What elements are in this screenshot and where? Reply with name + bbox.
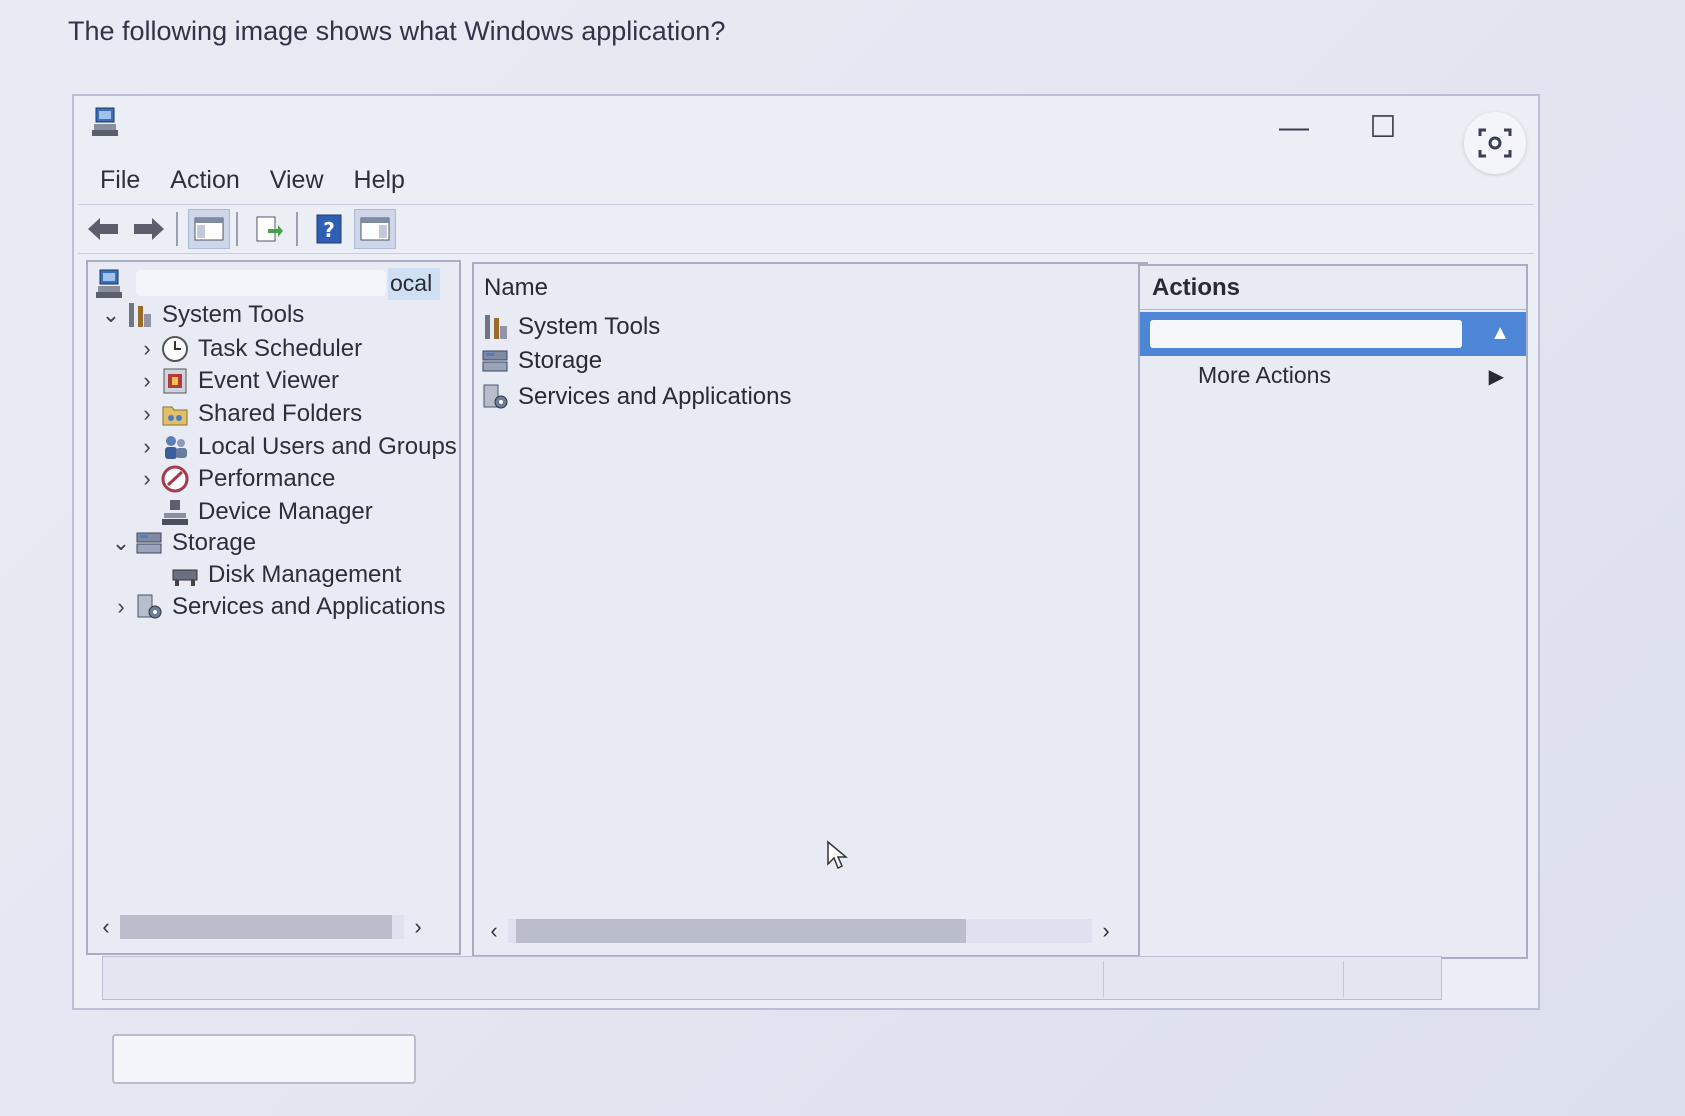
event-viewer-icon	[163, 368, 187, 394]
toolbar-separator	[176, 212, 178, 246]
result-list-pane: Name System Tools Storage Services and A…	[472, 262, 1148, 957]
mouse-pointer-icon	[826, 840, 849, 875]
svg-text:?: ?	[323, 218, 335, 242]
scroll-left-icon[interactable]: ‹	[92, 914, 120, 940]
tree-item-local-users-and-groups[interactable]: › Local Users and Groups	[134, 432, 457, 462]
collapse-up-icon[interactable]: ▲	[1490, 322, 1510, 345]
tree-item-label: Disk Management	[208, 561, 402, 588]
tree-item-label: Shared Folders	[198, 400, 363, 427]
tree-item-disk-management[interactable]: Disk Management	[144, 560, 401, 590]
scroll-track[interactable]	[120, 915, 404, 939]
tree-item-label: Device Manager	[198, 498, 373, 525]
actions-pane: Actions ▲ More Actions ▶	[1138, 264, 1528, 959]
list-horizontal-scrollbar[interactable]: ‹ ›	[480, 916, 1120, 946]
help-icon[interactable]: ?	[308, 209, 350, 249]
menu-action[interactable]: Action	[156, 160, 255, 200]
tree-item-services-and-applications[interactable]: › Services and Applications	[108, 592, 446, 622]
list-item-label: Storage	[518, 347, 603, 374]
chevron-down-icon[interactable]: ⌄	[108, 530, 134, 556]
tree-item-event-viewer[interactable]: › Event Viewer	[134, 366, 339, 396]
menu-file[interactable]: File	[86, 160, 156, 200]
tree-horizontal-scrollbar[interactable]: ‹ ›	[92, 912, 432, 942]
tree-item-label: Services and Applications	[172, 593, 446, 620]
scroll-thumb[interactable]	[120, 915, 392, 939]
scroll-right-icon[interactable]: ›	[1092, 918, 1120, 944]
more-actions-item[interactable]: More Actions	[1198, 362, 1331, 389]
toolbar: ?	[78, 204, 1534, 254]
performance-icon	[161, 465, 189, 493]
list-item-services-and-applications[interactable]: Services and Applications	[480, 382, 792, 412]
toolbar-separator	[236, 212, 238, 246]
chevron-right-icon[interactable]: ›	[134, 434, 160, 460]
actions-section-header[interactable]: ▲	[1140, 312, 1526, 356]
maximize-button[interactable]: ☐	[1361, 108, 1405, 148]
status-bar	[102, 956, 1442, 1000]
menu-bar: File Action View Help	[86, 160, 421, 200]
scroll-track[interactable]	[508, 919, 1092, 943]
console-tree-pane: ocal ⌄ System Tools › Task Scheduler › E…	[86, 260, 461, 955]
tree-item-label: Task Scheduler	[198, 335, 363, 362]
storage-icon	[136, 532, 162, 554]
column-header-name[interactable]: Name	[484, 274, 548, 302]
list-item-system-tools[interactable]: System Tools	[480, 312, 660, 342]
tree-item-performance[interactable]: › Performance	[134, 464, 335, 494]
tools-icon	[129, 303, 151, 327]
chevron-right-icon[interactable]: ›	[134, 466, 160, 492]
toolbar-separator	[296, 212, 298, 246]
chevron-right-icon[interactable]: ›	[108, 594, 134, 620]
redacted-root-name	[136, 270, 386, 296]
tree-item-label: Local Users and Groups	[198, 433, 457, 460]
tree-item-task-scheduler[interactable]: › Task Scheduler	[134, 334, 362, 364]
clock-icon	[162, 336, 188, 362]
computer-management-window: — ☐ File Action View Help ? ocal ⌄ Syste…	[72, 94, 1540, 1010]
list-item-label: Services and Applications	[518, 383, 792, 410]
disk-icon	[172, 569, 198, 586]
tree-root-label[interactable]: ocal	[390, 270, 432, 297]
screen-capture-icon[interactable]	[1464, 112, 1526, 174]
users-icon	[165, 436, 187, 459]
tree-item-label: Performance	[198, 465, 336, 492]
tree-item-shared-folders[interactable]: › Shared Folders	[134, 399, 362, 429]
tree-item-system-tools[interactable]: ⌄ System Tools	[98, 300, 305, 330]
answer-input[interactable]	[112, 1034, 416, 1084]
status-divider	[1103, 961, 1104, 997]
chevron-right-icon[interactable]: ›	[134, 336, 160, 362]
forward-arrow-icon[interactable]	[128, 209, 170, 249]
chevron-right-icon[interactable]: ›	[134, 401, 160, 427]
services-icon	[137, 594, 162, 619]
list-item-storage[interactable]: Storage	[480, 346, 602, 376]
menu-help[interactable]: Help	[340, 160, 421, 200]
services-icon	[483, 384, 508, 409]
tree-item-label: System Tools	[162, 301, 305, 328]
menu-view[interactable]: View	[256, 160, 340, 200]
tree-item-label: Event Viewer	[198, 367, 339, 394]
computer-management-icon	[90, 106, 122, 143]
list-item-label: System Tools	[518, 313, 661, 340]
scroll-right-icon[interactable]: ›	[404, 914, 432, 940]
shared-folder-icon	[162, 406, 188, 426]
storage-icon	[482, 350, 508, 372]
tools-icon	[485, 315, 507, 339]
scroll-left-icon[interactable]: ‹	[480, 918, 508, 944]
submenu-arrow-icon[interactable]: ▶	[1489, 364, 1504, 389]
show-hide-action-pane-icon[interactable]	[354, 209, 396, 249]
tree-item-label: Storage	[172, 529, 257, 556]
device-manager-icon	[162, 500, 188, 525]
export-list-icon[interactable]	[248, 209, 290, 249]
back-arrow-icon[interactable]	[82, 209, 124, 249]
question-text: The following image shows what Windows a…	[68, 16, 726, 46]
scroll-thumb[interactable]	[516, 919, 966, 943]
tree-item-storage[interactable]: ⌄ Storage	[108, 528, 256, 558]
chevron-down-icon[interactable]: ⌄	[98, 302, 124, 328]
show-hide-console-tree-icon[interactable]	[188, 209, 230, 249]
status-divider	[1343, 961, 1344, 997]
redacted-section-name	[1150, 320, 1462, 348]
chevron-right-icon[interactable]: ›	[134, 368, 160, 394]
minimize-button[interactable]: —	[1272, 108, 1316, 148]
actions-title: Actions	[1140, 266, 1526, 310]
tree-item-device-manager[interactable]: Device Manager	[134, 497, 373, 527]
